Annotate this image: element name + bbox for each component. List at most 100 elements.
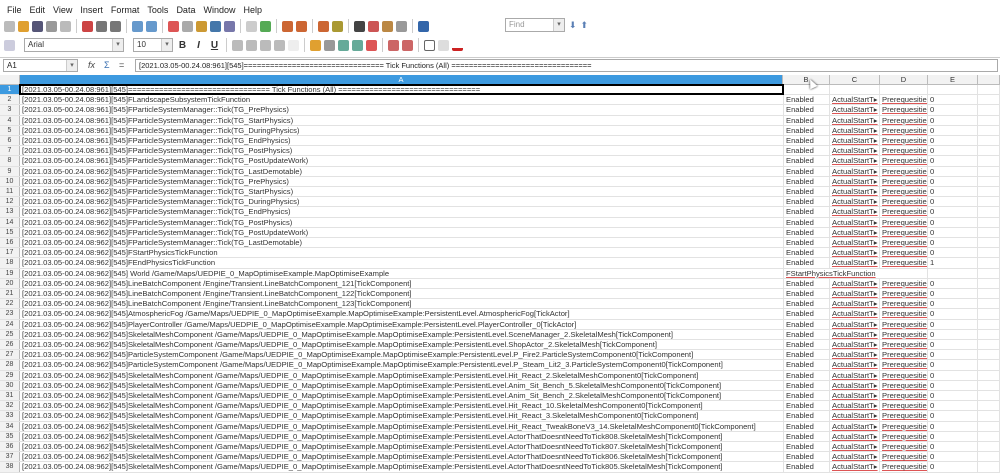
row-header[interactable]: 15 (0, 227, 20, 237)
cell-b[interactable]: Enabled (783, 329, 830, 339)
cell-e[interactable]: 0 (928, 136, 978, 146)
cell-c[interactable]: ActualStartT▸ (830, 421, 880, 431)
cell-e[interactable]: 0 (928, 309, 978, 319)
cell-a[interactable]: [2021.03.05-00.24.08:962][545]FStartPhys… (20, 248, 783, 257)
cell-b[interactable]: FStartPhysicsTickFunction (783, 268, 928, 278)
cell-a[interactable]: [2021.03.05-00.24.08:962][545]FParticleS… (20, 238, 783, 247)
cell-f[interactable] (978, 85, 1000, 95)
function-wizard-icon[interactable]: fx (88, 60, 95, 70)
cell-d[interactable]: Prerequesities: (880, 401, 928, 411)
sort-descending-icon[interactable] (296, 20, 307, 32)
cell-d[interactable]: Prerequesities: (880, 176, 928, 186)
column-header-d[interactable]: D (880, 75, 928, 85)
cell-a[interactable]: [2021.03.05-00.24.08:961][545]FParticleS… (20, 116, 783, 125)
column-header-a[interactable]: A (20, 75, 783, 85)
row-header[interactable]: 8 (0, 156, 20, 166)
cell-f[interactable] (978, 156, 1000, 166)
cell-c[interactable]: ActualStartT▸ (830, 360, 880, 370)
background-color-icon[interactable] (438, 39, 449, 51)
cell-f[interactable] (978, 125, 1000, 135)
cell-d[interactable]: Prerequesities: (880, 299, 928, 309)
row-header[interactable]: 12 (0, 197, 20, 207)
undo-icon[interactable] (224, 20, 235, 32)
paste-icon[interactable] (196, 20, 207, 32)
cell-a[interactable]: [2021.03.05-00.24.08:962][545]Atmospheri… (20, 309, 783, 318)
cell-f[interactable] (978, 319, 1000, 329)
cell-a[interactable]: [2021.03.05-00.24.08:962][545]FParticleS… (20, 207, 783, 216)
cell-b[interactable]: Enabled (783, 238, 830, 248)
cell-a[interactable]: [2021.03.05-00.24.08:961][545]FParticleS… (20, 156, 783, 165)
cell-c[interactable]: ActualStartT▸ (830, 207, 880, 217)
cell-a[interactable]: [2021.03.05-00.24.08:962][545]ParticleSy… (20, 350, 783, 359)
print-preview-icon[interactable] (110, 20, 121, 32)
cell-c[interactable]: ActualStartT▸ (830, 136, 880, 146)
cell-b[interactable]: Enabled (783, 370, 830, 380)
help-icon[interactable] (418, 20, 429, 32)
menu-edit[interactable]: Edit (26, 3, 50, 17)
cell-a[interactable]: [2021.03.05-00.24.08:962][545]SkeletalMe… (20, 330, 783, 339)
cell-c[interactable]: ActualStartT▸ (830, 309, 880, 319)
cell-d[interactable]: Prerequesities: (880, 125, 928, 135)
cell-e[interactable]: 0 (928, 248, 978, 258)
row-header[interactable]: 28 (0, 360, 20, 370)
cell-a[interactable]: [2021.03.05-00.24.08:962][545]FParticleS… (20, 228, 783, 237)
cell-c[interactable]: ActualStartT▸ (830, 115, 880, 125)
cell-a[interactable]: [2021.03.05-00.24.08:961][545]==========… (19, 83, 784, 96)
cell-b[interactable]: Enabled (783, 278, 830, 288)
menu-help[interactable]: Help (239, 3, 266, 17)
cell-f[interactable] (978, 350, 1000, 360)
cell-b[interactable]: Enabled (783, 299, 830, 309)
cell-f[interactable] (978, 360, 1000, 370)
cell-c[interactable] (830, 85, 880, 95)
menu-window[interactable]: Window (199, 3, 239, 17)
cell-c[interactable]: ActualStartT▸ (830, 462, 880, 472)
cell-d[interactable]: Prerequesities: (880, 452, 928, 462)
row-header[interactable]: 23 (0, 309, 20, 319)
merge-cells-icon[interactable] (288, 39, 299, 51)
cell-e[interactable]: 0 (928, 452, 978, 462)
cell-f[interactable] (978, 421, 1000, 431)
cell-f[interactable] (978, 299, 1000, 309)
column-header-f[interactable] (978, 75, 1000, 85)
cell-d[interactable]: Prerequesities: (880, 319, 928, 329)
menu-view[interactable]: View (49, 3, 76, 17)
cell-a[interactable]: [2021.03.05-00.24.08:961][545]FParticleS… (20, 126, 783, 135)
italic-button[interactable]: I (192, 40, 205, 51)
cell-e[interactable]: 0 (928, 115, 978, 125)
cell-c[interactable]: ActualStartT▸ (830, 125, 880, 135)
cell-e[interactable]: 0 (928, 299, 978, 309)
cell-b[interactable]: Enabled (783, 115, 830, 125)
cell-e[interactable]: 0 (928, 329, 978, 339)
cell-f[interactable] (978, 340, 1000, 350)
cell-f[interactable] (978, 187, 1000, 197)
cell-e[interactable]: 0 (928, 105, 978, 115)
row-header[interactable]: 25 (0, 329, 20, 339)
find-next-icon[interactable]: ⬇ (569, 20, 577, 31)
standard-format-icon[interactable] (338, 39, 349, 51)
cell-a[interactable]: [2021.03.05-00.24.08:962][545]SkeletalMe… (20, 422, 783, 431)
find-replace-icon[interactable] (354, 20, 365, 32)
cell-c[interactable]: ActualStartT▸ (830, 380, 880, 390)
row-header[interactable]: 1 (0, 85, 20, 95)
find-input[interactable]: Find ▾ (505, 18, 565, 32)
menu-tools[interactable]: Tools (143, 3, 172, 17)
bold-button[interactable]: B (176, 40, 189, 51)
cell-d[interactable]: Prerequesities: (880, 350, 928, 360)
row-header[interactable]: 17 (0, 248, 20, 258)
cell-d[interactable]: Prerequesities: (880, 207, 928, 217)
cell-c[interactable]: ActualStartT▸ (830, 95, 880, 105)
cell-b[interactable]: Enabled (783, 95, 830, 105)
cell-f[interactable] (978, 217, 1000, 227)
cell-a[interactable]: [2021.03.05-00.24.08:962][545]FEndPhysic… (20, 258, 783, 267)
cell-e[interactable]: 0 (928, 95, 978, 105)
cell-f[interactable] (978, 115, 1000, 125)
formula-input[interactable]: [2021.03.05-00.24.08:961][545]==========… (135, 59, 998, 72)
cell-b[interactable]: Enabled (783, 452, 830, 462)
cell-d[interactable]: Prerequesities: (880, 289, 928, 299)
cell-f[interactable] (978, 227, 1000, 237)
cell-a[interactable]: [2021.03.05-00.24.08:962][545]SkeletalMe… (20, 340, 783, 349)
cell-b[interactable]: Enabled (783, 176, 830, 186)
cell-c[interactable]: ActualStartT▸ (830, 166, 880, 176)
cell-d[interactable]: Prerequesities: (880, 391, 928, 401)
cell-e[interactable]: 0 (928, 125, 978, 135)
